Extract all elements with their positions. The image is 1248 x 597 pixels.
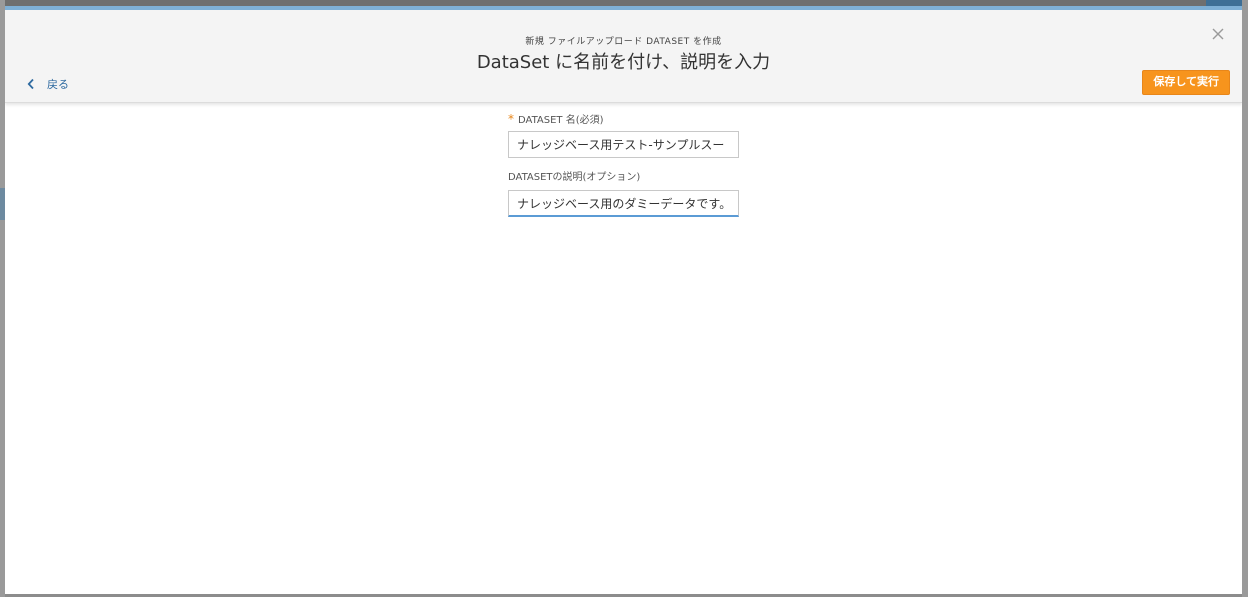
modal-subtitle: 新規 ファイルアップロード DATASET を作成	[525, 37, 722, 47]
dataset-form: * DATASET 名(必須) DATASETの説明(オプション)	[508, 112, 740, 217]
create-dataset-modal: 新規 ファイルアップロード DATASET を作成 DataSet に名前を付け…	[5, 6, 1242, 594]
dataset-description-group: DATASETの説明(オプション)	[508, 171, 740, 217]
dataset-name-label-text: DATASET 名(必須)	[518, 115, 604, 126]
required-mark: *	[508, 112, 514, 126]
modal-title: DataSet に名前を付け、説明を入力	[476, 52, 771, 73]
save-and-run-button[interactable]: 保存して実行	[1142, 70, 1230, 95]
dataset-name-label: * DATASET 名(必須)	[508, 112, 740, 126]
backdrop-right-strip	[1242, 0, 1248, 597]
back-label: 戻る	[47, 78, 69, 91]
dataset-description-label: DATASETの説明(オプション)	[508, 172, 641, 183]
chevron-left-icon	[27, 78, 34, 90]
close-icon	[1212, 28, 1224, 40]
close-button[interactable]	[1210, 26, 1226, 42]
dataset-name-group: * DATASET 名(必須)	[508, 112, 740, 158]
dataset-description-input[interactable]	[508, 190, 739, 217]
modal-header: 新規 ファイルアップロード DATASET を作成 DataSet に名前を付け…	[5, 10, 1242, 103]
dataset-name-input[interactable]	[508, 131, 739, 158]
back-button[interactable]: 戻る	[27, 76, 69, 92]
